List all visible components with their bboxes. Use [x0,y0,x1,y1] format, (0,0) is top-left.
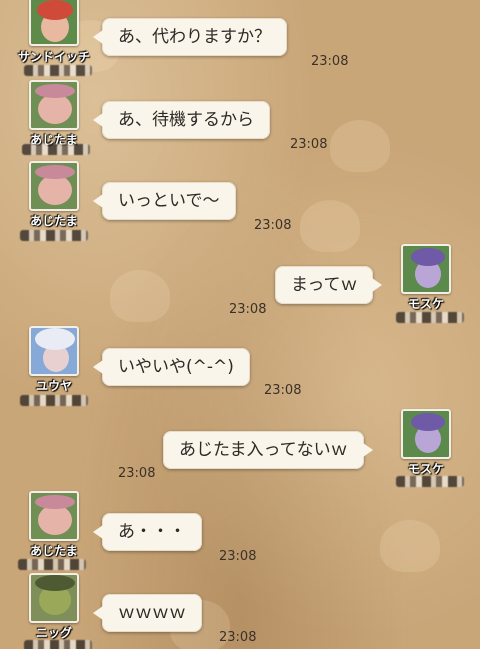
sender-name: モスケ [407,462,444,476]
avatar[interactable] [401,244,451,294]
redacted-text [24,640,92,649]
slime-watermark [300,200,360,252]
avatar-hair [35,84,75,98]
timestamp: 23:08 [254,218,292,233]
redacted-text [18,559,86,570]
avatar-hair [35,495,75,509]
avatar-hair [411,248,445,266]
avatar[interactable] [29,491,79,541]
sender-name: ニッグ [35,626,72,640]
avatar-hair [35,575,75,591]
redacted-text [22,144,90,155]
sender-name: あじたま [30,214,78,228]
sender-name: モスケ [407,297,444,311]
avatar[interactable] [29,0,79,46]
avatar[interactable] [29,326,79,376]
sender-name: サンドイッチ [18,50,91,64]
avatar[interactable] [29,80,79,130]
sender-name: あじたま [30,544,78,558]
slime-watermark [330,120,390,172]
avatar-face [38,505,72,535]
message-bubble[interactable]: まってｗ [275,266,384,304]
avatar-hair [35,165,75,179]
message-bubble[interactable]: いっといで～ [93,182,236,220]
slime-watermark [380,520,440,572]
redacted-text [20,395,88,406]
timestamp: 23:08 [311,54,349,69]
message-bubble[interactable]: あ、待機するから [93,101,270,139]
avatar-hair [35,328,75,350]
message-bubble[interactable]: いやいや(^-^) [93,348,250,386]
sender-name: ユウヤ [35,379,72,393]
chat-log[interactable]: サンドイッチ あ、代わりますか？ 23:08 あじたま あ、待機するから 23:… [0,0,480,649]
timestamp: 23:08 [219,630,257,645]
avatar[interactable] [29,573,79,623]
timestamp: 23:08 [219,549,257,564]
timestamp: 23:08 [229,302,267,317]
message-bubble[interactable]: あ・・・ [93,513,202,551]
avatar-hair [37,0,73,20]
timestamp: 23:08 [118,466,156,481]
avatar-face [38,94,72,124]
slime-watermark [110,270,170,322]
avatar[interactable] [401,409,451,459]
message-bubble[interactable]: ｗｗｗｗ [93,594,202,632]
redacted-text [24,65,92,76]
message-bubble[interactable]: あじたま入ってないｗ [163,431,373,469]
avatar-hair [411,413,445,431]
timestamp: 23:08 [290,137,328,152]
redacted-text [20,230,88,241]
avatar[interactable] [29,161,79,211]
redacted-text [396,476,464,487]
avatar-face [38,175,72,205]
timestamp: 23:08 [264,383,302,398]
message-bubble[interactable]: あ、代わりますか？ [93,18,287,56]
redacted-text [396,312,464,323]
